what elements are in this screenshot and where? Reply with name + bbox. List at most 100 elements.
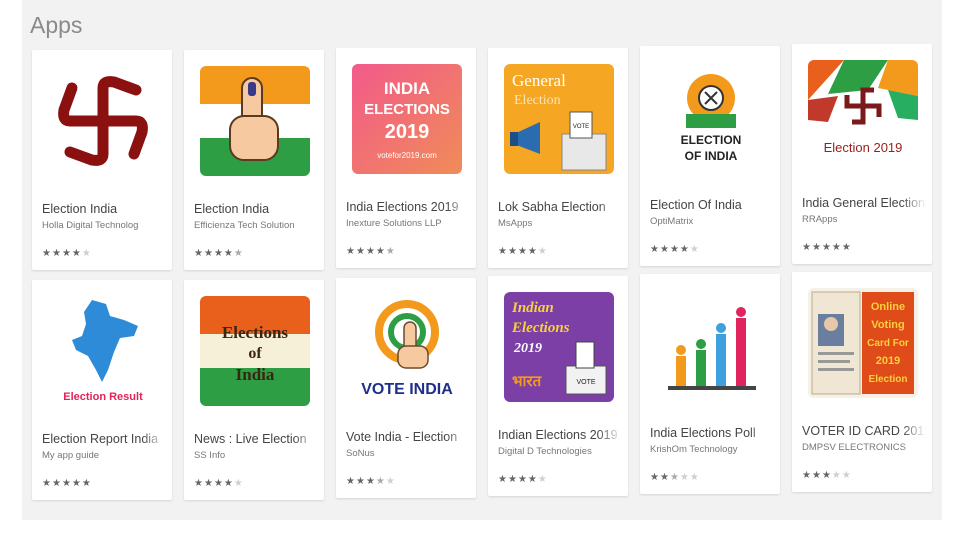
star-icon: ★: [650, 244, 660, 255]
app-card[interactable]: Election Result Election Report India My…: [32, 280, 172, 500]
star-icon: ★: [537, 246, 548, 257]
elections-of-india-icon: Elections of India: [200, 296, 310, 406]
star-rating: ★★★★★: [346, 476, 396, 487]
star-icon: ★: [385, 246, 396, 257]
star-icon: ★: [71, 248, 82, 259]
star-icon: ★: [527, 246, 538, 257]
star-icon: ★: [61, 478, 72, 489]
apps-section: Apps Election India Holla Digital Techno…: [22, 0, 942, 520]
star-icon: ★: [51, 248, 62, 259]
svg-text:Elections: Elections: [222, 323, 288, 342]
app-card[interactable]: VOTE INDIA Vote India - Election SoNus ★…: [336, 278, 476, 498]
star-icon: ★: [61, 248, 72, 259]
app-card[interactable]: Indian Elections 2019 भारत VOTE Indian E…: [488, 276, 628, 496]
star-icon: ★: [679, 244, 690, 255]
star-icon: ★: [498, 474, 508, 485]
vote-india-icon: VOTE INDIA: [352, 294, 462, 404]
star-icon: ★: [194, 248, 204, 259]
star-icon: ★: [527, 474, 538, 485]
svg-text:Card For: Card For: [867, 338, 909, 349]
svg-text:VOTE: VOTE: [573, 124, 589, 130]
star-icon: ★: [669, 244, 680, 255]
star-icon: ★: [650, 472, 660, 483]
star-icon: ★: [375, 246, 386, 257]
svg-text:Voting: Voting: [871, 319, 904, 331]
star-icon: ★: [802, 470, 812, 481]
star-icon: ★: [365, 246, 376, 257]
svg-text:General: General: [512, 71, 566, 90]
svg-text:OF INDIA: OF INDIA: [685, 149, 738, 163]
app-card[interactable]: India Elections Poll KrishOm Technology …: [640, 274, 780, 494]
app-card[interactable]: INDIA ELECTIONS 2019 votefor2019.com Ind…: [336, 48, 476, 268]
star-icon: ★: [346, 246, 356, 257]
star-icon: ★: [821, 242, 832, 253]
app-card[interactable]: Election 2019 India General Election RRA…: [792, 44, 932, 264]
star-rating: ★★★★★: [802, 470, 852, 481]
election-2019-icon: Election 2019: [808, 60, 918, 170]
general-election-icon: General Election VOTE: [504, 64, 614, 174]
app-card[interactable]: Elections of India News : Live Election …: [184, 280, 324, 500]
voter-id-card-icon: Online Voting Card For 2019 Election: [808, 288, 918, 398]
svg-text:Election Result: Election Result: [63, 391, 143, 403]
svg-text:INDIA: INDIA: [384, 79, 430, 98]
svg-text:2019: 2019: [385, 121, 430, 143]
star-icon: ★: [81, 248, 92, 259]
svg-text:VOTE INDIA: VOTE INDIA: [361, 381, 453, 398]
svg-text:votefor2019.com: votefor2019.com: [377, 151, 437, 160]
star-icon: ★: [346, 476, 356, 487]
star-rating: ★★★★★: [650, 244, 700, 255]
star-icon: ★: [233, 478, 244, 489]
star-rating: ★★★★★: [194, 248, 244, 259]
star-icon: ★: [203, 478, 214, 489]
star-icon: ★: [213, 478, 224, 489]
star-rating: ★★★★★: [42, 478, 92, 489]
star-icon: ★: [802, 242, 812, 253]
star-icon: ★: [537, 474, 548, 485]
app-card[interactable]: Election India Efficienza Tech Solution …: [184, 50, 324, 270]
star-icon: ★: [669, 472, 680, 483]
star-icon: ★: [689, 244, 700, 255]
india-map-icon: Election Result: [48, 296, 158, 406]
svg-text:of: of: [248, 345, 262, 362]
star-icon: ★: [81, 478, 92, 489]
svg-text:Indian: Indian: [511, 300, 554, 316]
star-icon: ★: [42, 478, 52, 489]
svg-text:India: India: [236, 365, 275, 384]
star-icon: ★: [385, 476, 396, 487]
ink-finger-icon: [200, 66, 310, 176]
star-icon: ★: [831, 470, 842, 481]
app-card[interactable]: Online Voting Card For 2019 Election VOT…: [792, 272, 932, 492]
star-icon: ★: [841, 470, 852, 481]
svg-text:Elections: Elections: [511, 320, 570, 336]
star-icon: ★: [831, 242, 842, 253]
star-icon: ★: [203, 248, 214, 259]
star-icon: ★: [679, 472, 690, 483]
star-icon: ★: [821, 470, 832, 481]
star-icon: ★: [811, 242, 822, 253]
star-icon: ★: [375, 476, 386, 487]
svg-text:Online: Online: [871, 301, 905, 313]
svg-text:Election 2019: Election 2019: [824, 140, 903, 155]
star-icon: ★: [811, 470, 822, 481]
star-rating: ★★★★★: [802, 242, 852, 253]
star-rating: ★★★★★: [498, 246, 548, 257]
bar-chart-icon: [656, 290, 766, 400]
star-rating: ★★★★★: [650, 472, 700, 483]
star-rating: ★★★★★: [498, 474, 548, 485]
star-icon: ★: [498, 246, 508, 257]
app-card[interactable]: General Election VOTE Lok Sabha Election…: [488, 48, 628, 268]
svg-text:भारत: भारत: [512, 372, 543, 390]
app-card[interactable]: ELECTION OF INDIA Election Of India Opti…: [640, 46, 780, 266]
star-icon: ★: [659, 472, 670, 483]
star-icon: ★: [507, 474, 518, 485]
election-of-india-icon: ELECTION OF INDIA: [656, 62, 766, 172]
star-icon: ★: [194, 478, 204, 489]
svg-text:VOTE: VOTE: [576, 379, 595, 386]
app-card[interactable]: Election India Holla Digital Technolog ★…: [32, 50, 172, 270]
svg-text:Election: Election: [514, 93, 561, 108]
star-icon: ★: [659, 244, 670, 255]
star-icon: ★: [355, 246, 366, 257]
star-icon: ★: [365, 476, 376, 487]
star-rating: ★★★★★: [42, 248, 92, 259]
star-icon: ★: [42, 248, 52, 259]
